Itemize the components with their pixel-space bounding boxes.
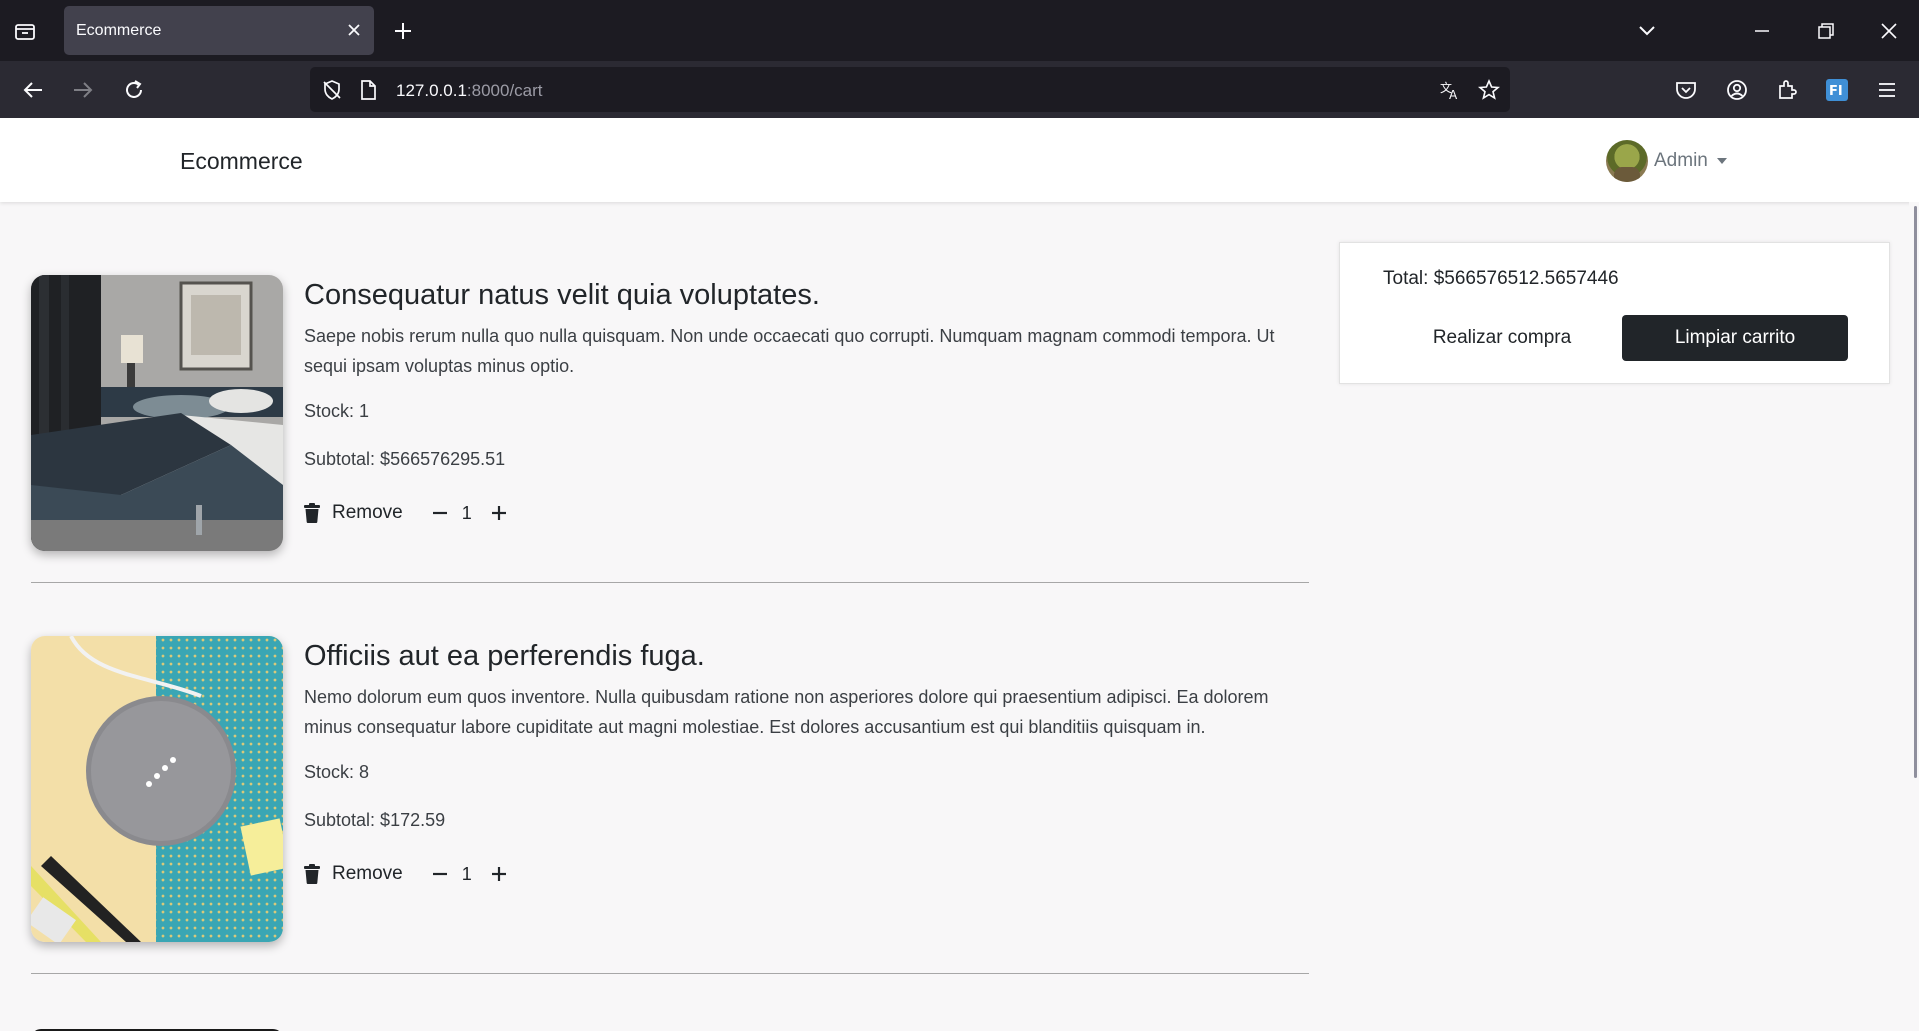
- product-stock: Stock: 8: [304, 762, 370, 782]
- tracking-protection-icon[interactable]: [320, 78, 344, 102]
- tab-overflow-chevron-icon[interactable]: [1634, 18, 1660, 44]
- page-content: Ecommerce Admin Consequatur natus velit …: [0, 118, 1919, 1031]
- trash-icon: [304, 503, 320, 523]
- item-divider: [31, 582, 1309, 583]
- checkout-button[interactable]: Realizar compra: [1412, 315, 1592, 361]
- smart-speaker-photo: [31, 636, 283, 942]
- item-details: Officiis aut ea perferendis fuga. Nemo d…: [304, 636, 1309, 888]
- product-title: Officiis aut ea perferendis fuga.: [304, 640, 705, 672]
- quantity-value: 1: [461, 502, 472, 523]
- item-details: Consequatur natus velit quia voluptates.…: [304, 275, 1309, 527]
- bedroom-photo: [31, 275, 283, 551]
- decrease-quantity-icon[interactable]: [431, 865, 449, 883]
- reload-icon[interactable]: [121, 77, 147, 103]
- remove-label: Remove: [332, 863, 403, 884]
- cart-total: Total: $566576512.5657446: [1383, 268, 1619, 289]
- item-actions: Remove 1: [304, 499, 1309, 527]
- hamburger-menu-icon[interactable]: [1874, 77, 1900, 103]
- site-navbar: Ecommerce Admin: [0, 118, 1919, 202]
- product-description: Saepe nobis rerum nulla quo nulla quisqu…: [304, 326, 1275, 376]
- restore-icon[interactable]: [1813, 18, 1839, 44]
- close-window-icon[interactable]: [1876, 18, 1902, 44]
- user-dropdown[interactable]: Admin: [1606, 138, 1727, 184]
- page-info-icon[interactable]: [356, 78, 380, 102]
- svg-text:A: A: [1449, 88, 1458, 102]
- close-tab-icon[interactable]: [344, 20, 364, 40]
- pocket-icon[interactable]: [1673, 77, 1699, 103]
- avatar: [1606, 140, 1648, 182]
- svg-text:FI: FI: [1829, 84, 1843, 99]
- url-path: :8000/cart: [466, 81, 543, 100]
- remove-button[interactable]: Remove: [304, 502, 403, 524]
- extension-fi-icon[interactable]: FI: [1824, 77, 1850, 103]
- scrollbar-thumb[interactable]: [1914, 206, 1917, 778]
- translate-icon[interactable]: 文 A: [1438, 78, 1462, 102]
- url-bar[interactable]: 127.0.0.1:8000/cart 文 A: [310, 67, 1510, 112]
- browser-toolbar: 127.0.0.1:8000/cart 文 A FI: [0, 61, 1919, 118]
- product-stock: Stock: 1: [304, 401, 370, 421]
- minimize-icon[interactable]: [1749, 18, 1775, 44]
- clear-cart-button[interactable]: Limpiar carrito: [1622, 315, 1848, 361]
- account-icon[interactable]: [1724, 77, 1750, 103]
- bookmark-star-icon[interactable]: [1477, 78, 1501, 102]
- decrease-quantity-icon[interactable]: [431, 504, 449, 522]
- item-divider: [31, 973, 1309, 974]
- quantity-value: 1: [461, 863, 472, 884]
- forward-icon[interactable]: [70, 77, 96, 103]
- trash-icon: [304, 864, 320, 884]
- product-image: [31, 636, 283, 942]
- scrollbar[interactable]: [1909, 202, 1919, 1031]
- increase-quantity-icon[interactable]: [490, 504, 508, 522]
- product-subtotal: Subtotal: $566576295.51: [304, 449, 506, 469]
- back-icon[interactable]: [20, 77, 46, 103]
- user-name: Admin: [1654, 150, 1708, 171]
- product-image: [31, 275, 283, 551]
- remove-label: Remove: [332, 502, 403, 523]
- product-description: Nemo dolorum eum quos inventore. Nulla q…: [304, 687, 1269, 737]
- new-tab-icon[interactable]: [392, 20, 414, 42]
- tab-list-icon[interactable]: [14, 20, 36, 42]
- item-actions: Remove 1: [304, 860, 1309, 888]
- product-title: Consequatur natus velit quia voluptates.: [304, 279, 820, 311]
- extensions-icon[interactable]: [1774, 77, 1800, 103]
- remove-button[interactable]: Remove: [304, 863, 403, 885]
- browser-tab-bar: Ecommerce: [0, 0, 1919, 61]
- product-subtotal: Subtotal: $172.59: [304, 810, 446, 830]
- caret-down-icon: [1716, 158, 1727, 164]
- url-text: 127.0.0.1:8000/cart: [396, 81, 543, 101]
- tab-title: Ecommerce: [76, 22, 162, 39]
- url-host: 127.0.0.1: [396, 81, 467, 100]
- cart-summary: Total: $566576512.5657446 Realizar compr…: [1339, 242, 1890, 384]
- brand-link[interactable]: Ecommerce: [180, 148, 303, 175]
- increase-quantity-icon[interactable]: [490, 865, 508, 883]
- active-tab[interactable]: Ecommerce: [64, 6, 374, 55]
